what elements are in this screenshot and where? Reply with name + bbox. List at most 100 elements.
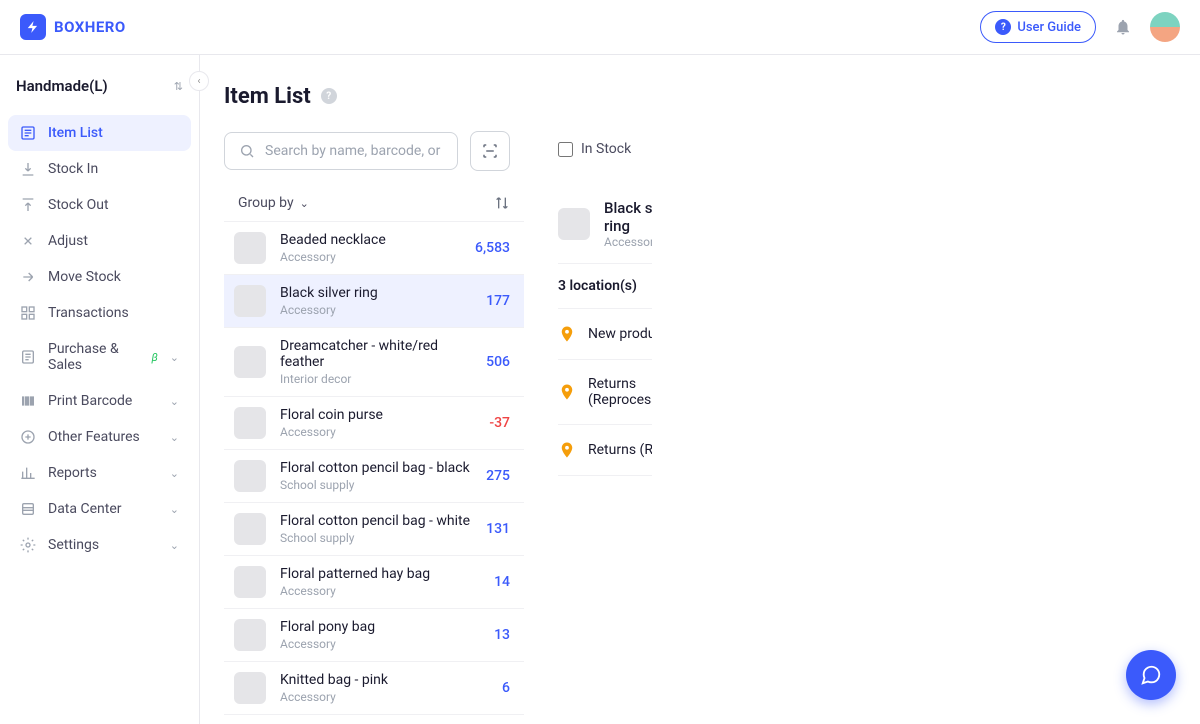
- document-icon: [20, 349, 36, 365]
- nav-label: Settings: [48, 537, 99, 553]
- item-row[interactable]: Floral cotton pencil bag - white School …: [224, 502, 524, 555]
- item-thumbnail: [234, 619, 266, 651]
- avatar[interactable]: [1150, 12, 1180, 42]
- nav-settings[interactable]: Settings ⌄: [8, 527, 191, 563]
- item-qty: 131: [486, 521, 510, 537]
- nav-transactions[interactable]: Transactions: [8, 295, 191, 331]
- item-row[interactable]: Beaded necklace Accessory 6,583: [224, 221, 524, 274]
- brand-text: BOXHERO: [54, 18, 126, 36]
- nav-label: Other Features: [48, 429, 140, 445]
- nav-data-center[interactable]: Data Center ⌄: [8, 491, 191, 527]
- item-thumbnail: [234, 346, 266, 378]
- item-thumbnail: [234, 566, 266, 598]
- chat-fab[interactable]: [1126, 650, 1176, 700]
- download-icon: [20, 161, 36, 177]
- location-row[interactable]: Returns (Reprocessing/Recycling) 12: [558, 360, 652, 425]
- group-by-label: Group by: [238, 195, 294, 211]
- item-name: Floral coin purse: [280, 407, 475, 423]
- item-name: Floral pony bag: [280, 619, 480, 635]
- location-row[interactable]: New product 142: [558, 309, 652, 360]
- nav-stock-out[interactable]: Stock Out: [8, 187, 191, 223]
- item-qty: 14: [494, 574, 510, 590]
- nav-label: Stock In: [48, 161, 98, 177]
- nav-label: Reports: [48, 465, 97, 481]
- item-category: Accessory: [280, 425, 475, 439]
- nav-label: Transactions: [48, 305, 129, 321]
- chevron-down-icon: ⌄: [170, 503, 179, 516]
- nav-move-stock[interactable]: Move Stock: [8, 259, 191, 295]
- nav-label: Print Barcode: [48, 393, 132, 409]
- notifications-icon[interactable]: [1114, 18, 1132, 36]
- item-name: Black silver ring: [280, 285, 472, 301]
- scan-button[interactable]: [470, 131, 510, 171]
- item-name: Knitted bag - pink: [280, 672, 488, 688]
- chevron-down-icon: ⌄: [300, 197, 309, 210]
- adjust-icon: [20, 233, 36, 249]
- nav-label: Item List: [48, 125, 103, 141]
- team-selector[interactable]: Handmade(L) ⇅: [0, 63, 199, 109]
- item-row[interactable]: Dreamcatcher - white/red feather Interio…: [224, 327, 524, 396]
- item-name: Dreamcatcher - white/red feather: [280, 338, 472, 370]
- data-icon: [20, 501, 36, 517]
- nav-other-features[interactable]: Other Features ⌄: [8, 419, 191, 455]
- logo[interactable]: BOXHERO: [20, 14, 126, 40]
- location-name: Returns (Resale): [588, 442, 652, 458]
- chevron-down-icon: ⌄: [170, 539, 179, 552]
- item-name: Floral cotton pencil bag - black: [280, 460, 472, 476]
- location-name: New product: [588, 326, 652, 342]
- help-icon[interactable]: ?: [321, 88, 337, 104]
- nav-label: Data Center: [48, 501, 122, 517]
- item-qty: 6: [502, 680, 510, 696]
- nav-item-list[interactable]: Item List: [8, 115, 191, 151]
- nav-label: Move Stock: [48, 269, 121, 285]
- nav-reports[interactable]: Reports ⌄: [8, 455, 191, 491]
- grid-icon: [20, 305, 36, 321]
- search-box[interactable]: [224, 132, 458, 170]
- item-row[interactable]: Floral pony bag Accessory 13: [224, 608, 524, 661]
- item-row[interactable]: Floral patterned hay bag Accessory 14: [224, 555, 524, 608]
- item-thumbnail: [234, 407, 266, 439]
- item-name: Beaded necklace: [280, 232, 461, 248]
- search-input[interactable]: [265, 143, 443, 159]
- team-name: Handmade(L): [16, 77, 108, 95]
- nav-stock-in[interactable]: Stock In: [8, 151, 191, 187]
- item-category: School supply: [280, 478, 472, 492]
- item-qty: 177: [486, 293, 510, 309]
- chevron-down-icon: ⌄: [170, 467, 179, 480]
- item-row[interactable]: Floral coin purse Accessory -37: [224, 396, 524, 449]
- item-row[interactable]: Black silver ring Accessory 177: [224, 274, 524, 327]
- item-category: School supply: [280, 531, 472, 545]
- nav-adjust[interactable]: Adjust: [8, 223, 191, 259]
- item-name: Floral cotton pencil bag - white: [280, 513, 472, 529]
- item-thumbnail: [234, 285, 266, 317]
- group-by-button[interactable]: Group by ⌄: [238, 195, 309, 211]
- item-thumbnail: [234, 232, 266, 264]
- item-row[interactable]: Floral cotton pencil bag - black School …: [224, 449, 524, 502]
- nav-label: Adjust: [48, 233, 88, 249]
- chevron-down-icon: ⌄: [170, 395, 179, 408]
- detail-item-header[interactable]: Black silver ring Accessory 177 ›: [558, 185, 652, 264]
- upload-icon: [20, 197, 36, 213]
- location-row[interactable]: Returns (Resale) 23: [558, 425, 652, 476]
- item-row[interactable]: Knitted bag - pink Accessory 6: [224, 661, 524, 714]
- nav-purchase-sales[interactable]: Purchase & Sales β ⌄: [8, 331, 191, 383]
- barcode-icon: [20, 393, 36, 409]
- list-icon: [20, 125, 36, 141]
- item-thumbnail: [234, 513, 266, 545]
- nav-print-barcode[interactable]: Print Barcode ⌄: [8, 383, 191, 419]
- pin-icon: [558, 383, 576, 401]
- plus-circle-icon: [20, 429, 36, 445]
- sort-button[interactable]: [494, 195, 510, 211]
- in-stock-label: In Stock: [581, 141, 631, 157]
- page-title: Item List: [224, 84, 311, 109]
- item-row[interactable]: Owl pouch - small Accessory 60: [224, 714, 524, 724]
- item-category: Interior decor: [280, 372, 472, 386]
- collapse-sidebar-button[interactable]: ‹: [189, 71, 209, 91]
- user-guide-button[interactable]: ? User Guide: [980, 11, 1096, 43]
- item-category: Accessory: [280, 303, 472, 317]
- item-category: Accessory: [280, 584, 480, 598]
- gear-icon: [20, 537, 36, 553]
- arrow-right-icon: [20, 269, 36, 285]
- in-stock-checkbox[interactable]: [558, 142, 573, 157]
- item-category: Accessory: [280, 250, 461, 264]
